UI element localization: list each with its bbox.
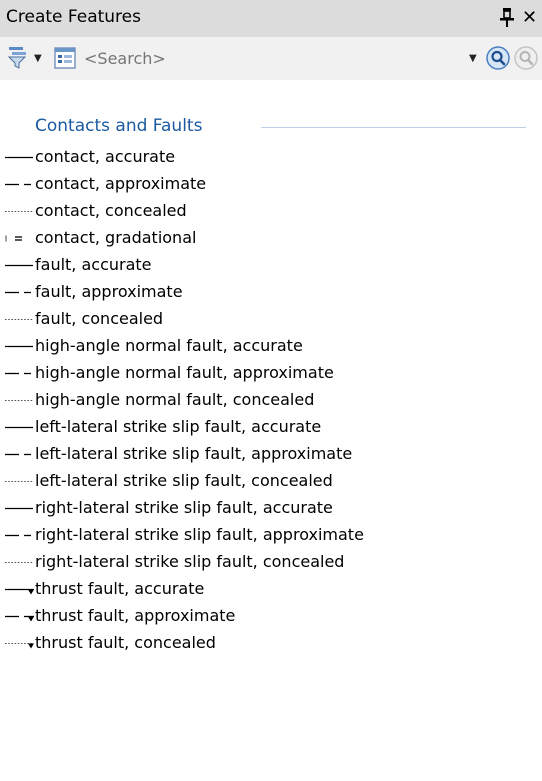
template-label: fault, concealed xyxy=(35,309,164,328)
template-item[interactable]: right-lateral strike slip fault, accurat… xyxy=(0,495,542,522)
template-label: right-lateral strike slip fault, accurat… xyxy=(35,498,333,517)
template-label: left-lateral strike slip fault, accurate xyxy=(35,417,322,436)
filter-icon[interactable] xyxy=(8,45,30,69)
line-symbol-icon xyxy=(5,588,34,595)
pushpin-icon[interactable] xyxy=(498,6,516,30)
template-item[interactable]: contact, approximate xyxy=(0,171,542,198)
line-symbol-icon xyxy=(5,183,31,186)
template-label: left-lateral strike slip fault, conceale… xyxy=(35,471,333,490)
line-symbol-icon xyxy=(5,319,33,320)
template-item[interactable]: fault, accurate xyxy=(0,252,542,279)
line-symbol-icon xyxy=(5,453,31,456)
panel-title: Create Features xyxy=(6,7,141,27)
template-label: left-lateral strike slip fault, approxim… xyxy=(35,444,353,463)
template-item[interactable]: contact, accurate xyxy=(0,144,542,171)
template-label: high-angle normal fault, approximate xyxy=(35,363,334,382)
template-item[interactable]: left-lateral strike slip fault, approxim… xyxy=(0,441,542,468)
template-label: high-angle normal fault, concealed xyxy=(35,390,315,409)
locate-icon[interactable] xyxy=(513,45,539,71)
organize-templates-icon[interactable] xyxy=(54,47,76,69)
template-label: contact, concealed xyxy=(35,201,187,220)
search-dropdown-arrow[interactable]: ▼ xyxy=(469,53,477,64)
line-symbol-icon xyxy=(5,507,33,510)
line-symbol-icon xyxy=(5,426,33,429)
template-group-header[interactable]: Contacts and Faults xyxy=(35,116,202,136)
line-symbol-icon xyxy=(5,481,33,482)
template-item[interactable]: thrust fault, approximate xyxy=(0,603,542,630)
line-symbol-icon xyxy=(5,400,33,401)
template-item[interactable]: right-lateral strike slip fault, conceal… xyxy=(0,549,542,576)
template-label: contact, accurate xyxy=(35,147,176,166)
line-symbol-icon xyxy=(5,345,33,348)
template-label: contact, approximate xyxy=(35,174,207,193)
template-item[interactable]: left-lateral strike slip fault, accurate xyxy=(0,414,542,441)
template-item[interactable]: thrust fault, concealed xyxy=(0,630,542,657)
template-label: thrust fault, approximate xyxy=(35,606,236,625)
template-label: fault, accurate xyxy=(35,255,152,274)
search-input[interactable] xyxy=(84,45,452,71)
line-symbol-icon xyxy=(5,264,33,267)
line-symbol-icon xyxy=(5,235,22,242)
template-label: right-lateral strike slip fault, approxi… xyxy=(35,525,364,544)
template-label: contact, gradational xyxy=(35,228,197,247)
line-symbol-icon xyxy=(5,643,34,649)
group-divider xyxy=(261,127,526,128)
line-symbol-icon xyxy=(5,156,33,159)
template-item[interactable]: thrust fault, accurate xyxy=(0,576,542,603)
template-label: high-angle normal fault, accurate xyxy=(35,336,303,355)
line-symbol-icon xyxy=(5,291,31,294)
line-symbol-icon xyxy=(5,211,33,212)
close-icon[interactable]: ✕ xyxy=(522,8,542,28)
template-label: fault, approximate xyxy=(35,282,183,301)
filter-dropdown-arrow[interactable]: ▼ xyxy=(34,53,42,64)
template-item[interactable]: high-angle normal fault, approximate xyxy=(0,360,542,387)
line-symbol-icon xyxy=(5,534,31,537)
template-label: right-lateral strike slip fault, conceal… xyxy=(35,552,345,571)
template-item[interactable]: fault, approximate xyxy=(0,279,542,306)
template-item[interactable]: right-lateral strike slip fault, approxi… xyxy=(0,522,542,549)
line-symbol-icon xyxy=(5,615,34,622)
template-list: contact, accurate contact, approximate con… xyxy=(0,144,542,657)
template-item[interactable]: high-angle normal fault, accurate xyxy=(0,333,542,360)
line-symbol-icon xyxy=(5,372,31,375)
template-item[interactable]: fault, concealed xyxy=(0,306,542,333)
template-item[interactable]: contact, concealed xyxy=(0,198,542,225)
template-item[interactable]: high-angle normal fault, concealed xyxy=(0,387,542,414)
template-item[interactable]: left-lateral strike slip fault, conceale… xyxy=(0,468,542,495)
template-label: thrust fault, accurate xyxy=(35,579,205,598)
panel-titlebar: Create Features ✕ xyxy=(0,0,542,37)
template-item[interactable]: contact, gradational xyxy=(0,225,542,252)
search-icon[interactable] xyxy=(485,45,511,71)
toolbar: ▼ ▼ xyxy=(0,37,542,80)
template-label: thrust fault, concealed xyxy=(35,633,216,652)
line-symbol-icon xyxy=(5,562,33,563)
